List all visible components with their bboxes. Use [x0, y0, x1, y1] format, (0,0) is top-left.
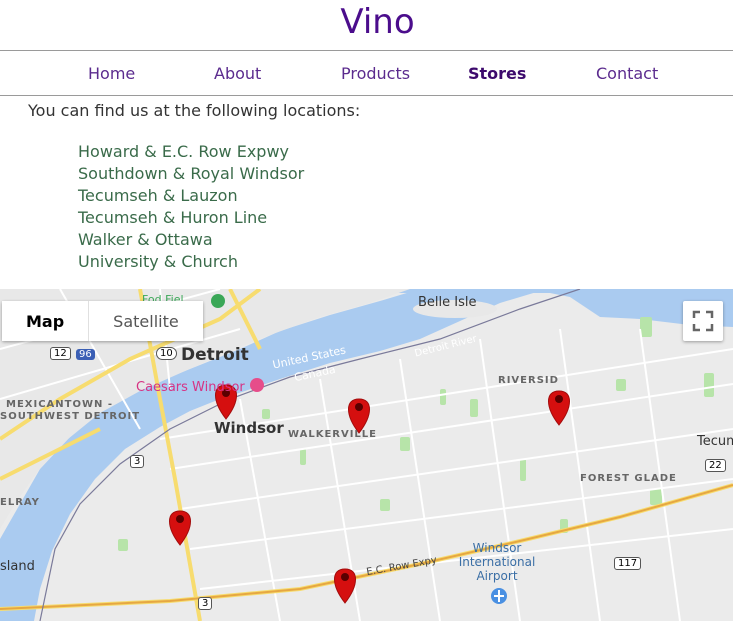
site-title: Vino — [340, 2, 415, 42]
location-item: Howard & E.C. Row Expwy — [78, 142, 289, 161]
map-label-tecumseh: Tecum — [697, 434, 733, 449]
location-item: Tecumseh & Lauzon — [78, 186, 238, 205]
route-shield: 117 — [614, 557, 642, 570]
map-label-delray: ELRAY — [0, 497, 40, 508]
map-label-island: sland — [0, 559, 35, 574]
location-item: University & Church — [78, 252, 238, 271]
fullscreen-icon — [692, 310, 714, 332]
map-label-airport: Windsor International Airport — [458, 541, 536, 583]
map-label-detroit: Detroit — [181, 345, 249, 365]
nav-home[interactable]: Home — [88, 64, 135, 83]
location-item: Tecumseh & Huron Line — [78, 208, 268, 227]
map-label-walkerville: WALKERVILLE — [288, 429, 378, 440]
route-shield: 3 — [198, 597, 213, 610]
route-shield: 3 — [130, 455, 145, 468]
location-item: Southdown & Royal Windsor — [78, 164, 305, 183]
route-shield: 10 — [156, 347, 177, 360]
nav-contact[interactable]: Contact — [596, 64, 658, 83]
locations-intro: You can find us at the following locatio… — [28, 101, 361, 120]
store-map[interactable]: 12 96 10 3 3 22 117 Detroit Windsor Bell… — [0, 289, 733, 621]
map-label-southwest-detroit: SOUTHWEST DETROIT — [0, 411, 141, 422]
fullscreen-button[interactable] — [683, 301, 723, 341]
route-shield: 96 — [76, 349, 95, 360]
nav-products[interactable]: Products — [341, 64, 410, 83]
map-type-satellite-button[interactable]: Satellite — [89, 301, 203, 341]
route-shield: 12 — [50, 347, 71, 360]
map-type-control: Map Satellite — [2, 301, 203, 341]
map-label-mexicantown: MEXICANTOWN - — [6, 399, 114, 410]
map-label-caesars: Caesars Windsor — [136, 380, 245, 395]
map-label-windsor: Windsor — [214, 419, 284, 437]
map-label-belle-isle: Belle Isle — [418, 295, 477, 310]
locations-list: Howard & E.C. Row Expwy Southdown & Roya… — [78, 141, 304, 273]
route-shield: 22 — [705, 459, 726, 472]
map-label-forest-glade: FOREST GLADE — [580, 473, 677, 484]
nav-about[interactable]: About — [214, 64, 261, 83]
location-item: Walker & Ottawa — [78, 230, 213, 249]
market-icon — [211, 294, 225, 308]
map-label-riverside: RIVERSID — [498, 375, 559, 386]
main-nav: Home About Products Stores Contact — [0, 50, 733, 96]
map-type-map-button[interactable]: Map — [2, 301, 90, 341]
nav-stores[interactable]: Stores — [468, 64, 526, 83]
casino-icon — [250, 378, 264, 392]
